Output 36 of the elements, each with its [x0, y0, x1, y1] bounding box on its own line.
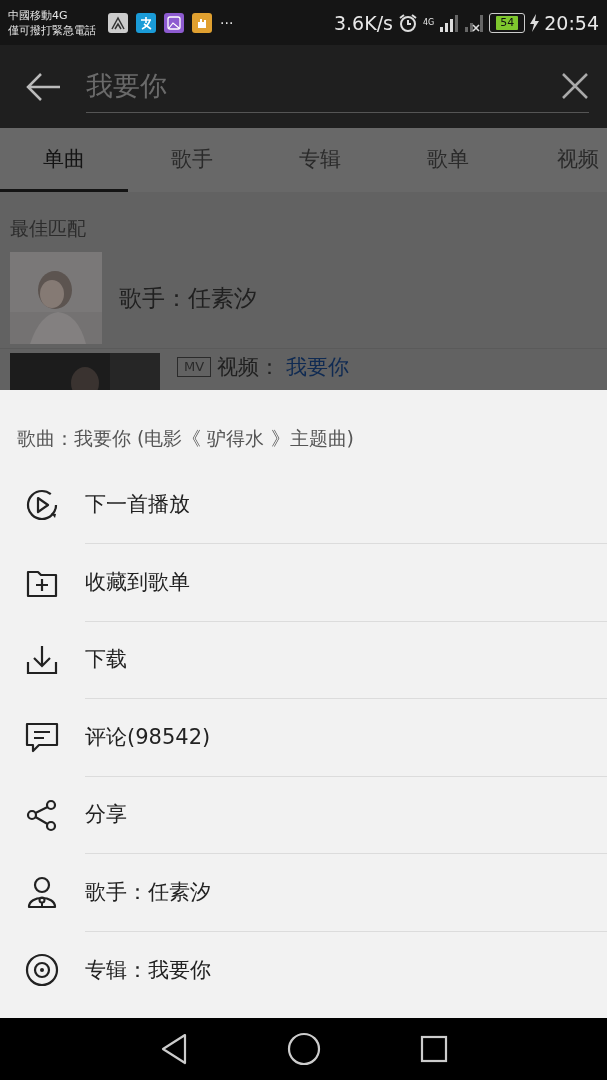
mv-badge: MV	[177, 357, 212, 377]
no-signal-icon	[464, 12, 485, 33]
app-icon	[136, 12, 156, 33]
category-tab[interactable]: 专辑	[256, 128, 384, 192]
clock-time: 20:54	[544, 11, 599, 34]
song-title: 歌曲：我要你 (电影《 驴得水 》主题曲)	[16, 426, 355, 451]
network-type: 4G	[422, 18, 435, 27]
disc-icon	[24, 951, 60, 988]
menu-item[interactable]: 分享	[0, 776, 607, 854]
carrier-name: 中國移動4G	[8, 7, 69, 23]
back-arrow-icon[interactable]	[26, 71, 62, 102]
carrier-note: 僅可撥打緊急電話	[8, 22, 96, 38]
video-title[interactable]: 我要你	[286, 353, 350, 381]
close-icon[interactable]	[561, 72, 589, 100]
menu-item[interactable]: 专辑：我要你	[0, 931, 607, 1009]
menu-item[interactable]: 下载	[0, 621, 607, 699]
charging-icon	[530, 13, 540, 32]
category-tab[interactable]: 视频	[512, 128, 607, 192]
network-speed: 3.6K/s	[333, 11, 393, 34]
menu-item[interactable]: 歌手：任素汐	[0, 853, 607, 931]
category-tab[interactable]: 歌手	[128, 128, 256, 192]
recents-icon[interactable]	[419, 1035, 448, 1063]
menu-item[interactable]: 收藏到歌单	[0, 543, 607, 621]
more-notifications: ···	[220, 14, 234, 31]
menu-item[interactable]: 下一首播放	[0, 466, 607, 544]
gallery-icon	[164, 12, 184, 33]
signal-icon	[439, 12, 460, 33]
video-label: 视频：	[217, 354, 281, 381]
category-tab[interactable]: 歌单	[384, 128, 512, 192]
alarm-icon	[397, 12, 418, 33]
app-icon	[108, 12, 128, 33]
artist-result[interactable]: 歌手：任素汐	[119, 282, 257, 314]
battery-indicator: 54	[489, 12, 526, 33]
home-icon[interactable]	[286, 1032, 321, 1066]
back-icon[interactable]	[159, 1033, 188, 1065]
menu-item[interactable]: 评论(98542)	[0, 698, 607, 776]
